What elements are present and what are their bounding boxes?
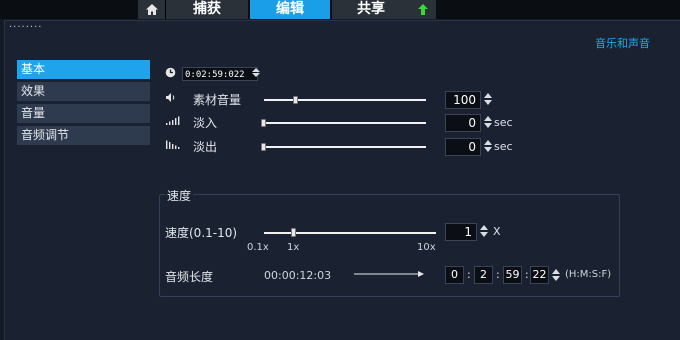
speed-tick-min: 0.1x [247,242,269,253]
speed-group-title: 速度 [165,187,194,204]
top-tab-bar: 捕获 编辑 共享 [0,0,680,19]
clip-volume-spinner[interactable] [483,91,492,107]
fade-out-input[interactable]: 0 [445,138,481,156]
tab-share[interactable]: 共享 [332,0,410,19]
spin-up-icon[interactable] [484,116,492,121]
duration-timecode-field[interactable]: 0:02:59:022 [182,67,258,81]
tab-edit[interactable]: 编辑 [250,0,330,19]
fade-in-input[interactable]: 0 [445,114,481,132]
spin-down-icon[interactable] [480,232,488,237]
spin-up-icon[interactable] [484,140,492,145]
tab-capture[interactable]: 捕获 [166,0,248,19]
spin-down-icon[interactable] [552,276,560,281]
duration-frames-field[interactable]: 22 [530,266,549,284]
fade-out-slider-thumb[interactable] [261,143,266,151]
sidebar-item-volume[interactable]: 音量 [17,104,150,123]
upload-arrow-icon [418,4,428,15]
spin-down-icon[interactable] [484,123,492,128]
fade-out-slider[interactable] [264,146,426,148]
sidebar-item-effects[interactable]: 效果 [17,82,150,101]
fade-out-label: 淡出 [193,140,218,154]
home-tab[interactable] [138,0,166,19]
fade-out-spinner[interactable] [483,138,492,154]
speed-tick-max: 10x [417,242,436,253]
duration-minutes-field[interactable]: 2 [474,266,493,284]
upload-tab[interactable] [410,0,436,19]
fade-in-label: 淡入 [193,116,218,130]
speed-slider-thumb[interactable] [291,228,296,237]
duration-seconds-field[interactable]: 59 [503,266,522,284]
original-duration: 00:00:12:03 [264,269,332,282]
speed-input[interactable]: 1 [445,223,477,241]
panel-grip-handle[interactable]: ········ [9,23,42,33]
fade-in-spinner[interactable] [483,114,492,130]
duration-format-hint: (H:M:S:F) [565,269,612,280]
clip-volume-slider-thumb[interactable] [293,96,298,104]
duration-spinner[interactable] [551,267,560,283]
duration-spinner[interactable] [251,67,260,81]
options-sidebar: 基本 效果 音量 音频调节 [17,60,150,148]
sidebar-item-basic[interactable]: 基本 [17,60,150,79]
arrow-right-icon [354,271,424,277]
spin-down-icon[interactable] [252,73,260,77]
spin-down-icon[interactable] [484,100,492,105]
spin-down-icon[interactable] [484,147,492,152]
fade-in-slider-thumb[interactable] [261,119,266,127]
time-separator: : [525,268,529,281]
time-separator: : [467,268,471,281]
sidebar-item-audio-adjust[interactable]: 音频调节 [17,126,150,145]
clip-volume-slider[interactable] [264,99,426,101]
speaker-icon [166,93,175,102]
speed-unit: X [493,225,501,238]
speed-slider[interactable] [264,232,436,234]
fade-in-icon [166,116,180,125]
duration-hours-field[interactable]: 0 [445,266,464,284]
fade-in-unit: sec [494,116,513,129]
speed-label: 速度(0.1-10) [165,226,238,240]
spin-up-icon[interactable] [484,93,492,98]
fade-in-slider[interactable] [264,122,426,124]
clip-volume-label: 素材音量 [193,93,242,107]
audio-duration-label: 音频长度 [165,270,214,284]
home-icon [145,4,158,15]
speed-spinner[interactable] [479,223,488,239]
speed-tick-mid: 1x [287,242,300,253]
clip-volume-input[interactable]: 100 [445,91,481,109]
spin-up-icon[interactable] [552,269,560,274]
fade-out-icon [166,140,180,149]
panel-title: 音乐和声音 [595,37,650,50]
spin-up-icon[interactable] [252,68,260,72]
time-separator: : [496,268,500,281]
spin-up-icon[interactable] [480,225,488,230]
clock-icon [165,67,176,78]
fade-out-unit: sec [494,140,513,153]
